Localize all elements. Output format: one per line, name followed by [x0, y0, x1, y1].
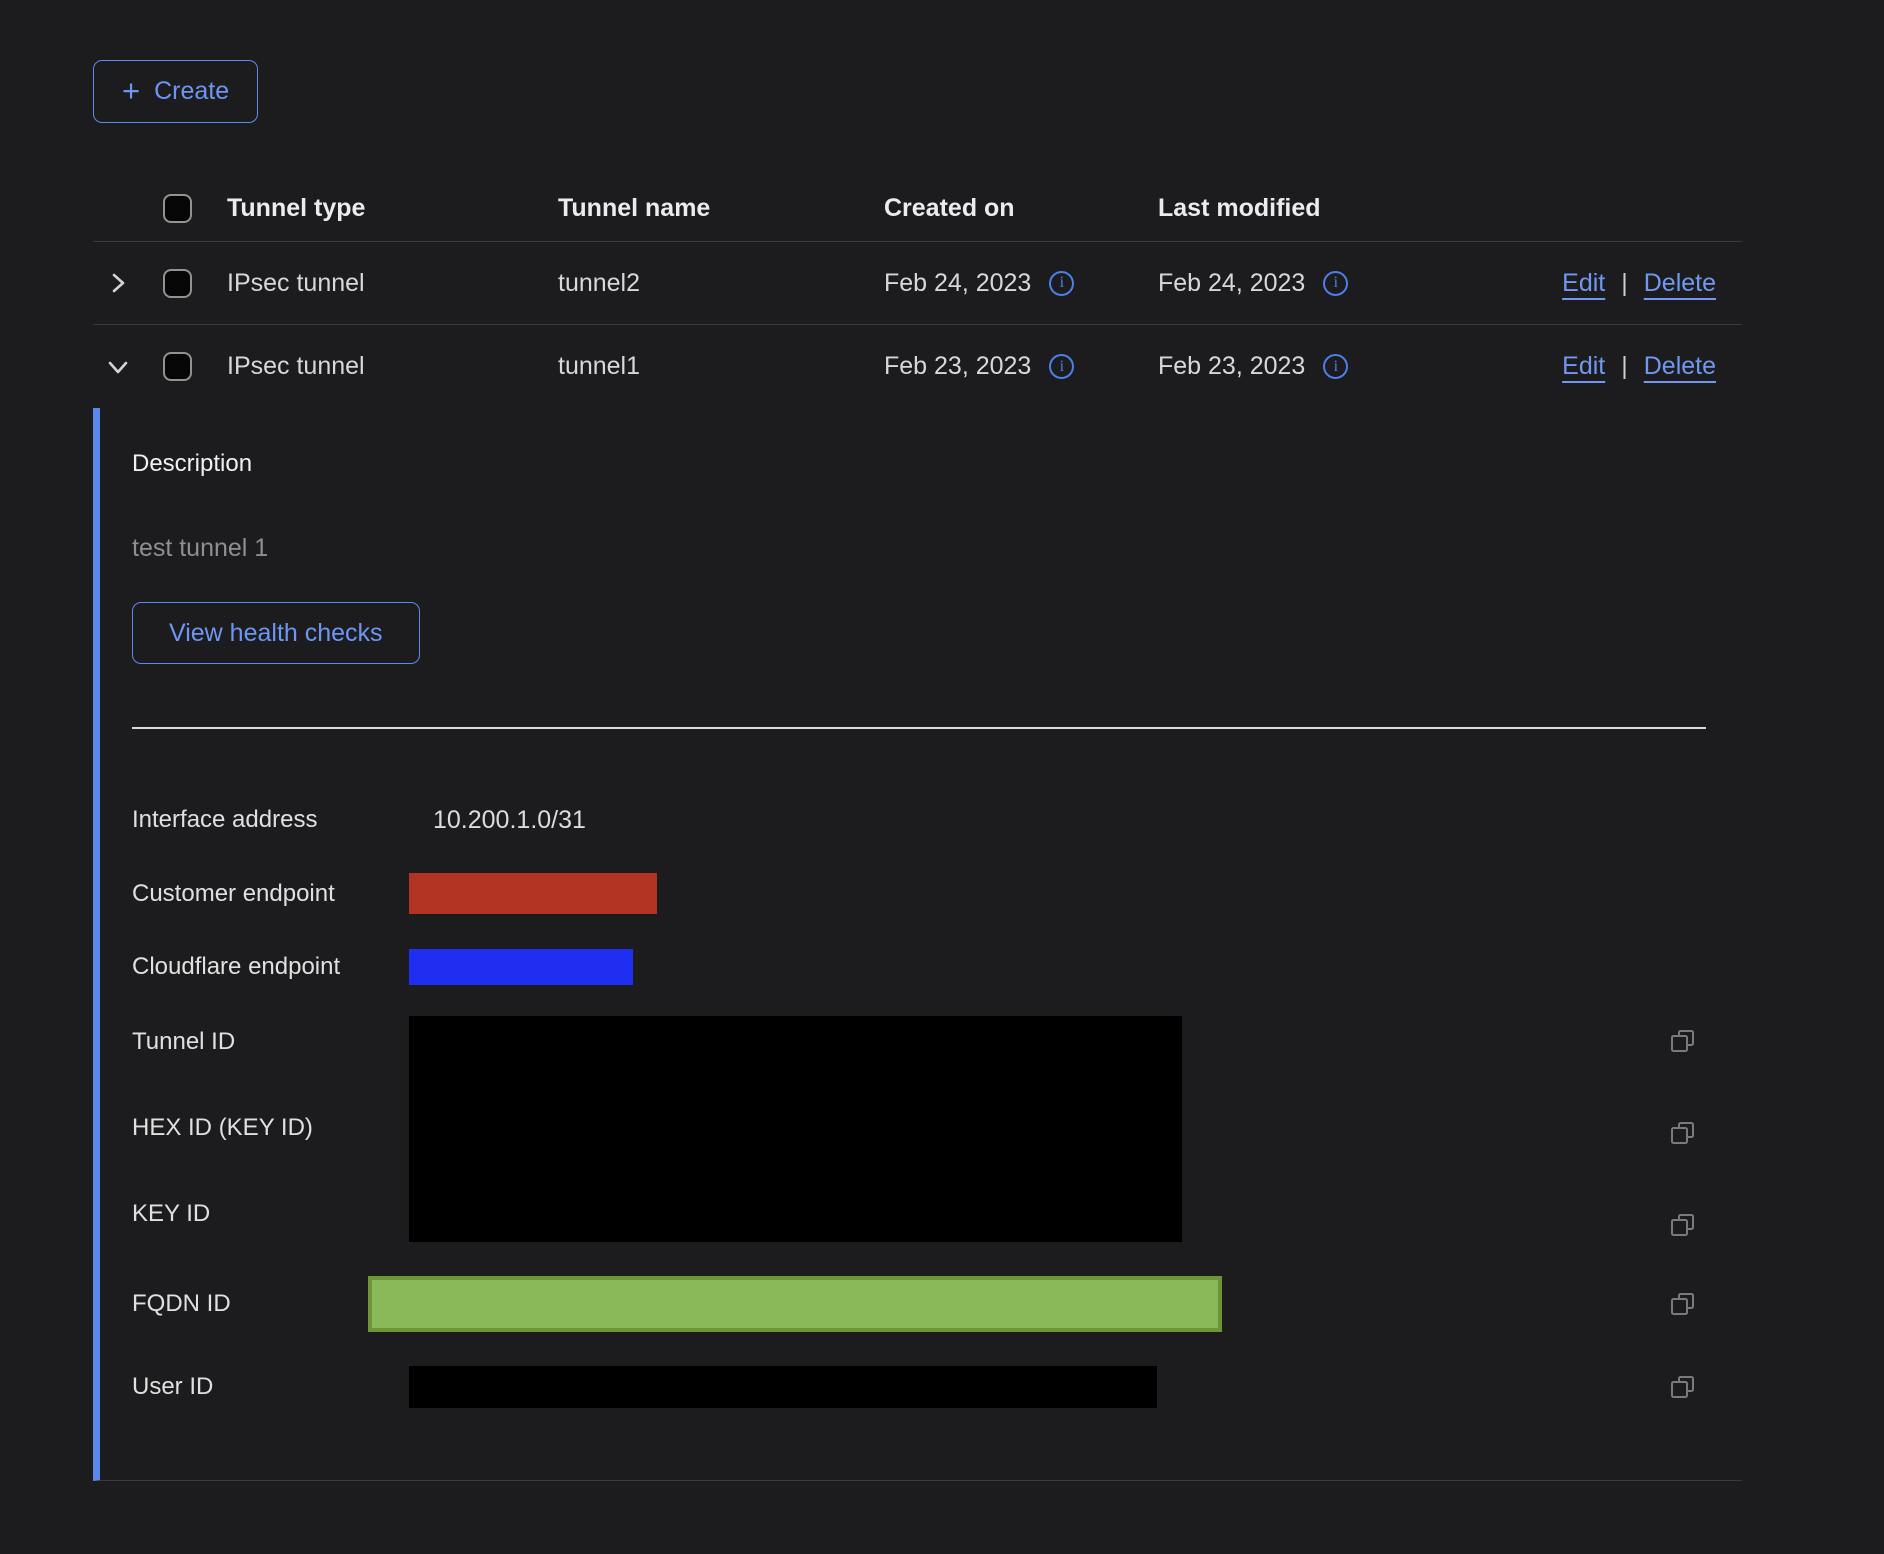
- tunnel-name-cell: tunnel1: [558, 352, 884, 381]
- hex-id-label: HEX ID (KEY ID): [132, 1114, 409, 1142]
- user-id-row: User ID: [132, 1366, 1742, 1408]
- view-health-checks-label: View health checks: [169, 619, 383, 648]
- cloudflare-endpoint-label: Cloudflare endpoint: [132, 953, 409, 981]
- created-on-cell: Feb 24, 2023: [884, 269, 1031, 298]
- create-button-label: Create: [154, 77, 229, 106]
- create-button[interactable]: + Create: [93, 60, 258, 123]
- action-separator: |: [1621, 269, 1628, 298]
- tunnel-type-cell: IPsec tunnel: [227, 352, 558, 381]
- last-modified-cell: Feb 24, 2023: [1158, 269, 1305, 298]
- select-all-checkbox[interactable]: [163, 194, 192, 223]
- info-icon[interactable]: i: [1049, 354, 1074, 379]
- action-separator: |: [1621, 352, 1628, 381]
- tunnel-ids-group: Tunnel ID HEX ID (KEY ID) KEY ID: [132, 1016, 1742, 1242]
- fqdn-id-redacted: [368, 1276, 1222, 1332]
- info-icon[interactable]: i: [1323, 271, 1348, 296]
- copy-icon: [1668, 1118, 1698, 1148]
- tunnels-table-header: Tunnel type Tunnel name Created on Last …: [93, 175, 1742, 242]
- delete-link[interactable]: Delete: [1644, 269, 1716, 298]
- customer-endpoint-redacted: [409, 873, 657, 914]
- interface-address-value: 10.200.1.0/31: [409, 806, 586, 835]
- copy-user-id-button[interactable]: [1668, 1372, 1698, 1402]
- description-label: Description: [132, 450, 1742, 478]
- tunnel-id-label: Tunnel ID: [132, 1028, 409, 1056]
- row-checkbox[interactable]: [163, 352, 192, 381]
- description-value: test tunnel 1: [132, 534, 1742, 563]
- user-id-label: User ID: [132, 1373, 409, 1401]
- cloudflare-endpoint-row: Cloudflare endpoint: [132, 949, 1742, 985]
- row-checkbox[interactable]: [163, 269, 192, 298]
- user-id-redacted: [409, 1366, 1157, 1408]
- copy-icon: [1668, 1026, 1698, 1056]
- column-header-tunnel-name: Tunnel name: [558, 194, 884, 223]
- table-row-tunnel1: IPsec tunnel tunnel1 Feb 23, 2023 i Feb …: [93, 325, 1742, 408]
- cloudflare-endpoint-redacted: [409, 949, 633, 985]
- view-health-checks-button[interactable]: View health checks: [132, 602, 420, 664]
- tunnel-ids-labels: Tunnel ID HEX ID (KEY ID) KEY ID: [132, 1016, 409, 1242]
- interface-address-label: Interface address: [132, 806, 409, 834]
- customer-endpoint-label: Customer endpoint: [132, 880, 409, 908]
- copy-fqdn-id-button[interactable]: [1668, 1289, 1698, 1319]
- copy-tunnel-id-button[interactable]: [1668, 1026, 1698, 1056]
- table-row-tunnel2: IPsec tunnel tunnel2 Feb 24, 2023 i Feb …: [93, 242, 1742, 325]
- delete-link[interactable]: Delete: [1644, 352, 1716, 381]
- copy-icon: [1668, 1210, 1698, 1240]
- info-icon[interactable]: i: [1323, 354, 1348, 379]
- chevron-right-icon: [103, 268, 133, 298]
- chevron-down-icon: [103, 352, 133, 382]
- column-header-created-on: Created on: [884, 194, 1158, 223]
- fqdn-id-row: FQDN ID: [132, 1276, 1742, 1332]
- created-on-cell: Feb 23, 2023: [884, 352, 1031, 381]
- last-modified-cell: Feb 23, 2023: [1158, 352, 1305, 381]
- customer-endpoint-row: Customer endpoint: [132, 873, 1742, 914]
- panel-divider: [132, 727, 1706, 729]
- key-id-label: KEY ID: [132, 1200, 409, 1228]
- tunnel-name-cell: tunnel2: [558, 269, 884, 298]
- info-icon[interactable]: i: [1049, 271, 1074, 296]
- copy-hex-id-button[interactable]: [1668, 1118, 1698, 1148]
- plus-icon: +: [122, 75, 140, 106]
- tunnel-ids-redacted: [409, 1016, 1182, 1242]
- tunnels-page: + Create Tunnel type Tunnel name Created…: [0, 0, 1884, 1554]
- copy-icon: [1668, 1289, 1698, 1319]
- tunnel-type-cell: IPsec tunnel: [227, 269, 558, 298]
- edit-link[interactable]: Edit: [1562, 269, 1605, 298]
- collapse-row-button[interactable]: [93, 347, 143, 387]
- tunnel-ids-copy-buttons: [1668, 1016, 1698, 1242]
- interface-address-row: Interface address 10.200.1.0/31: [132, 802, 1742, 838]
- copy-key-id-button[interactable]: [1668, 1210, 1698, 1240]
- column-header-last-modified: Last modified: [1158, 194, 1488, 223]
- tunnel-details-panel: Description test tunnel 1 View health ch…: [93, 408, 1742, 1481]
- column-header-tunnel-type: Tunnel type: [227, 194, 558, 223]
- edit-link[interactable]: Edit: [1562, 352, 1605, 381]
- copy-icon: [1668, 1372, 1698, 1402]
- expand-row-button[interactable]: [93, 263, 143, 303]
